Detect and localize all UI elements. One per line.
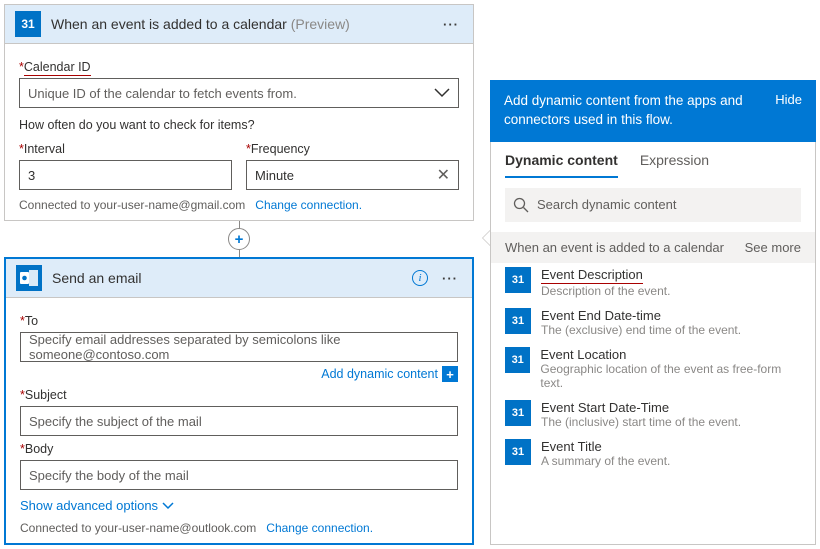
- dynamic-item[interactable]: 31 Event LocationGeographic location of t…: [505, 347, 801, 390]
- action-more-icon[interactable]: ···: [438, 271, 462, 286]
- action-title: Send an email: [52, 270, 402, 286]
- callout-arrow-icon: [482, 230, 490, 246]
- info-icon[interactable]: i: [412, 270, 428, 286]
- dynamic-item[interactable]: 31 Event TitleA summary of the event.: [505, 439, 801, 468]
- calendar-icon: 31: [505, 308, 531, 334]
- action-card: Send an email i ··· *To Specify email ad…: [4, 257, 474, 545]
- add-dynamic-content-link[interactable]: Add dynamic content: [321, 367, 438, 381]
- tab-dynamic-content[interactable]: Dynamic content: [505, 152, 618, 178]
- action-header[interactable]: Send an email i ···: [6, 259, 472, 298]
- trigger-card: 31 When an event is added to a calendar …: [4, 4, 474, 221]
- trigger-change-connection-link[interactable]: Change connection.: [255, 198, 362, 212]
- search-placeholder: Search dynamic content: [537, 197, 676, 212]
- subject-label: *Subject: [20, 388, 458, 402]
- chevron-down-icon: [434, 88, 450, 98]
- body-label: *Body: [20, 442, 458, 456]
- chevron-down-icon: [162, 502, 174, 510]
- to-label: *To: [20, 314, 458, 328]
- search-icon: [513, 197, 529, 213]
- dynamic-item-desc: A summary of the event.: [541, 454, 670, 468]
- dynamic-item-desc: Description of the event.: [541, 284, 670, 298]
- body-input[interactable]: Specify the body of the mail: [20, 460, 458, 490]
- trigger-connected-text: Connected to your-user-name@gmail.com: [19, 198, 245, 212]
- calendar-icon: 31: [15, 11, 41, 37]
- action-connected-text: Connected to your-user-name@outlook.com: [20, 521, 256, 535]
- dynamic-item[interactable]: 31 Event Start Date-TimeThe (inclusive) s…: [505, 400, 801, 429]
- dynamic-item-desc: The (exclusive) end time of the event.: [541, 323, 741, 337]
- trigger-title-text: When an event is added to a calendar: [51, 16, 287, 32]
- trigger-body: *Calendar ID Unique ID of the calendar t…: [5, 44, 473, 220]
- dynamic-banner: Add dynamic content from the apps and co…: [490, 80, 816, 142]
- dynamic-item-title: Event Description: [541, 267, 643, 284]
- trigger-header[interactable]: 31 When an event is added to a calendar …: [5, 5, 473, 44]
- trigger-preview-suffix: (Preview): [291, 16, 350, 32]
- dynamic-item-title: Event End Date-time: [541, 308, 741, 323]
- dynamic-item-desc: The (inclusive) start time of the event.: [541, 415, 741, 429]
- dynamic-item-list: 31 Event DescriptionDescription of the ev…: [491, 263, 815, 476]
- dynamic-group-header: When an event is added to a calendar See…: [491, 232, 815, 263]
- show-advanced-options-link[interactable]: Show advanced options: [20, 498, 458, 513]
- action-change-connection-link[interactable]: Change connection.: [266, 521, 373, 535]
- add-step-button[interactable]: +: [228, 228, 250, 250]
- trigger-more-icon[interactable]: ···: [439, 17, 463, 32]
- calendar-icon: 31: [505, 439, 531, 465]
- hide-panel-link[interactable]: Hide: [775, 92, 802, 107]
- dynamic-banner-text: Add dynamic content from the apps and co…: [504, 92, 763, 130]
- calendar-id-placeholder: Unique ID of the calendar to fetch event…: [28, 86, 297, 101]
- calendar-id-select[interactable]: Unique ID of the calendar to fetch event…: [19, 78, 459, 108]
- trigger-title: When an event is added to a calendar (Pr…: [51, 16, 429, 32]
- calendar-icon: 31: [505, 400, 531, 426]
- dynamic-content-panel: Add dynamic content from the apps and co…: [490, 4, 816, 545]
- dynamic-item-desc: Geographic location of the event as free…: [540, 362, 801, 390]
- dynamic-item-title: Event Location: [540, 347, 801, 362]
- dynamic-item[interactable]: 31 Event End Date-timeThe (exclusive) end…: [505, 308, 801, 337]
- to-input[interactable]: Specify email addresses separated by sem…: [20, 332, 458, 362]
- interval-input[interactable]: 3: [19, 160, 232, 190]
- check-items-label: How often do you want to check for items…: [19, 118, 459, 132]
- frequency-label: *Frequency: [246, 142, 459, 156]
- frequency-select[interactable]: Minute ✕: [246, 160, 459, 190]
- dynamic-item-title: Event Start Date-Time: [541, 400, 741, 415]
- left-column: 31 When an event is added to a calendar …: [4, 4, 474, 545]
- action-body: *To Specify email addresses separated by…: [6, 298, 472, 543]
- calendar-icon: 31: [505, 347, 530, 373]
- see-more-link[interactable]: See more: [745, 240, 801, 255]
- search-input[interactable]: Search dynamic content: [505, 188, 801, 222]
- tab-expression[interactable]: Expression: [640, 152, 709, 178]
- interval-label: *Interval: [19, 142, 232, 156]
- subject-input[interactable]: Specify the subject of the mail: [20, 406, 458, 436]
- calendar-id-label: *Calendar ID: [19, 60, 459, 74]
- add-dynamic-plus-icon[interactable]: +: [442, 366, 458, 382]
- connector: +: [4, 221, 474, 257]
- clear-icon[interactable]: ✕: [437, 165, 450, 185]
- outlook-icon: [16, 265, 42, 291]
- calendar-icon: 31: [505, 267, 531, 293]
- dynamic-item[interactable]: 31 Event DescriptionDescription of the ev…: [505, 267, 801, 298]
- tab-row: Dynamic content Expression: [491, 142, 815, 178]
- dynamic-item-title: Event Title: [541, 439, 670, 454]
